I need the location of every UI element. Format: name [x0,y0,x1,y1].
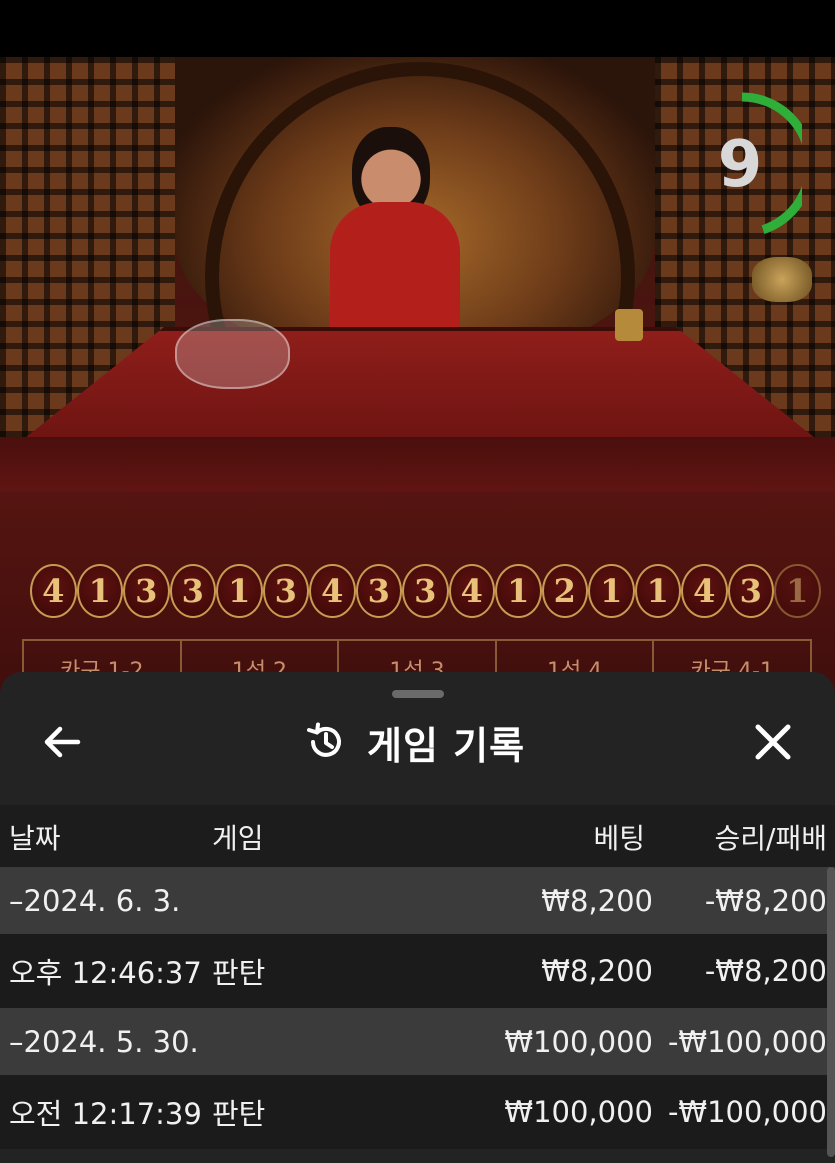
sheet-title-group: 게임 기록 [305,712,525,772]
result-ball: 4 [448,564,495,618]
close-icon [755,724,791,760]
back-button[interactable] [38,720,86,764]
sheet-grabber[interactable] [392,690,444,698]
game-history-sheet: 게임 기록 날짜 게임 베팅 승리/패배 –2024. 6. 3. ₩8,200 -… [0,672,835,1163]
history-table-header: 날짜 게임 베팅 승리/패배 [0,805,835,867]
history-table-body: –2024. 6. 3. ₩8,200 -₩8,200 오후 12:46:37 판탄 ₩8… [0,867,835,1149]
result-ball: 3 [169,564,216,618]
row-bet: ₩100,000 [504,1024,653,1059]
sheet-title: 게임 기록 [367,723,526,768]
row-time: 오전 12:17:39 [9,1097,202,1131]
brass-cup [615,309,643,341]
countdown-timer: 9 [700,90,802,240]
row-bet: ₩8,200 [541,954,653,988]
date-group-row: –2024. 5. 30. ₩100,000 -₩100,000 [0,1008,835,1075]
column-game: 게임 [212,822,264,855]
game-record-row[interactable]: 오전 12:17:39 판탄 ₩100,000 -₩100,000 [0,1075,835,1149]
result-ball: 3 [727,564,774,618]
status-bar [0,0,835,57]
table-edge [0,437,835,492]
result-ball: 1 [634,564,681,618]
scrollbar[interactable] [827,867,835,1157]
arrow-left-icon [44,726,81,758]
result-ball: 1 [588,564,635,618]
result-ball: 1 [216,564,263,618]
live-video-stream: 9 41331343341211431 카구 1-21성 21성 31성 4카구… [0,57,835,707]
result-history-strip: 41331343341211431 [30,564,835,618]
history-icon [307,722,341,757]
row-game: 판탄 [212,956,266,990]
result-ball: 3 [355,564,402,618]
result-ball: 4 [681,564,728,618]
close-button[interactable] [748,717,798,767]
row-bet: ₩8,200 [541,883,653,918]
result-ball: 2 [541,564,588,618]
row-date: –2024. 5. 30. [9,1024,199,1059]
row-result: -₩100,000 [667,1024,827,1059]
row-bet: ₩100,000 [504,1095,653,1129]
row-date: –2024. 6. 3. [9,883,181,918]
result-ball: 3 [123,564,170,618]
result-ball: 4 [30,564,77,618]
result-ball: 1 [774,564,821,618]
bead-bowl [175,319,290,389]
row-result: -₩8,200 [704,883,827,918]
game-record-row[interactable]: 오후 12:46:37 판탄 ₩8,200 -₩8,200 [0,934,835,1008]
column-bet: 베팅 [593,822,645,855]
row-result: -₩8,200 [704,954,827,988]
sheet-header: 게임 기록 [0,702,835,782]
result-ball: 1 [495,564,542,618]
result-ball: 4 [309,564,356,618]
timer-value: 9 [717,128,763,202]
result-ball: 3 [262,564,309,618]
row-game: 판탄 [212,1097,266,1131]
row-result: -₩100,000 [667,1095,827,1129]
result-ball: 3 [402,564,449,618]
column-date: 날짜 [9,822,61,855]
date-group-row: –2024. 6. 3. ₩8,200 -₩8,200 [0,867,835,934]
column-result: 승리/패배 [714,822,827,855]
dragon-statue [752,257,812,302]
row-time: 오후 12:46:37 [9,956,202,990]
result-ball: 1 [76,564,123,618]
